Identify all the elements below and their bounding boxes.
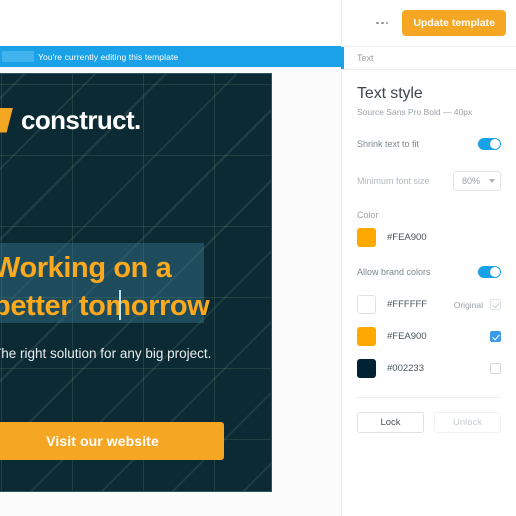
panel-title: Text style [357,85,423,102]
panel-body: Text style Source Sans Pro Bold — 40px S… [342,85,516,433]
chevron-down-icon [489,179,495,183]
brand-color-swatch[interactable] [357,295,376,314]
artboard-subtitle[interactable]: The right solution for any big project. [0,345,233,363]
current-color-row[interactable]: #FEA900 [357,223,501,252]
current-color-swatch[interactable] [357,228,376,247]
brand-color-row[interactable]: #FFFFFF Original [357,290,501,319]
brand-color-swatch[interactable] [357,359,376,378]
brand-color-checkbox[interactable] [490,363,501,374]
allow-brand-colors-label: Allow brand colors [357,267,431,277]
canvas-topbar [0,0,341,46]
brand-color-checkbox [490,299,501,310]
minimum-font-size-select[interactable]: 80% [452,171,501,191]
update-template-button[interactable]: Update template [402,10,506,36]
logo-wordmark: construct. [21,105,141,135]
artboard-cta-button[interactable]: Visit our website [0,422,224,460]
brand-color-row[interactable]: #002233 [357,354,501,383]
artboard-logo[interactable]: construct. [0,107,141,133]
shrink-text-label: Shrink text to fit [357,139,420,149]
text-cursor-caret [119,290,121,320]
current-color-hex: #FEA900 [387,232,427,243]
artboard-headline[interactable]: Working on a better tomorrow [0,249,223,325]
brand-color-row[interactable]: #FEA900 [357,322,501,351]
banner-chip [2,51,34,62]
color-section-label: Color [357,210,379,220]
brand-color-checkbox[interactable] [490,331,501,342]
brand-color-hex: #FFFFFF [387,299,428,310]
lock-button[interactable]: Lock [357,412,424,433]
lock-controls-row: Lock Unlock [357,412,501,433]
panel-divider [357,397,501,398]
editing-template-banner: You're currently editing this template [0,46,341,67]
allow-brand-colors-row: Allow brand colors [357,257,501,287]
brand-color-list: #FFFFFF Original #FEA900 #002233 [357,290,501,383]
unlock-button: Unlock [434,412,501,433]
editing-banner-label: You're currently editing this template [38,51,179,62]
brand-color-hex: #FEA900 [387,331,427,342]
construct-logo-icon [0,107,13,133]
canvas-area: You're currently editing this template c… [0,0,341,516]
brand-color-swatch[interactable] [357,327,376,346]
breadcrumb: Text [341,46,516,70]
shrink-text-row: Shrink text to fit [357,129,501,159]
breadcrumb-label-text[interactable]: Text [357,53,374,63]
shrink-text-toggle[interactable] [478,138,501,150]
toggle-knob [490,267,500,277]
minimum-font-size-row: Minimum font size 80% [357,166,501,196]
more-options-icon[interactable] [372,13,392,33]
cta-button-label: Visit our website [46,433,159,449]
minimum-font-size-value: 80% [461,176,480,186]
properties-side-panel: Update template Text Text style Source S… [341,0,516,516]
panel-subtitle-font-info: Source Sans Pro Bold — 40px [357,107,473,117]
breadcrumb-accent-bar [341,47,344,69]
panel-header: Update template [342,0,516,46]
toggle-knob [490,139,500,149]
original-color-label: Original [453,299,483,310]
template-artboard[interactable]: construct. Working on a better tomorrow … [0,73,272,492]
allow-brand-colors-toggle[interactable] [478,266,501,278]
brand-color-hex: #002233 [387,363,424,374]
minimum-font-size-label: Minimum font size [357,176,430,186]
